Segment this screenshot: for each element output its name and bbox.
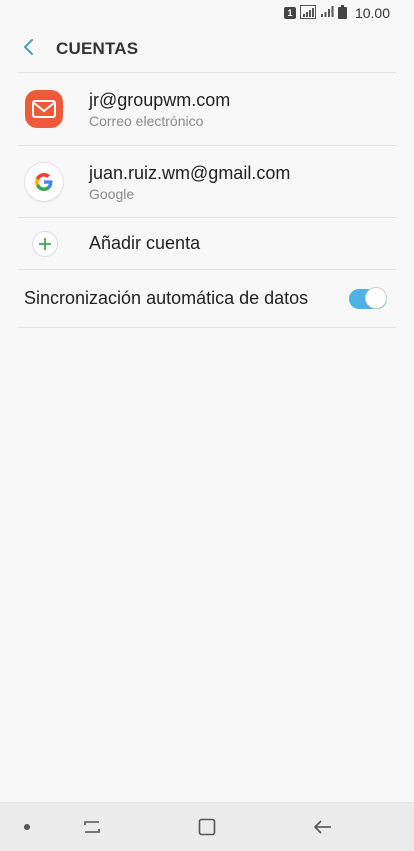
recent-apps-icon[interactable] <box>72 803 112 851</box>
signal-icon <box>320 5 334 21</box>
account-text: juan.ruiz.wm@gmail.com Google <box>89 162 290 203</box>
back-button[interactable] <box>0 26 56 72</box>
auto-sync-row[interactable]: Sincronización automática de datos <box>0 270 414 327</box>
toggle-knob <box>365 287 387 309</box>
dot-icon[interactable] <box>14 803 40 851</box>
home-icon[interactable] <box>187 803 227 851</box>
header: CUENTAS <box>0 26 414 72</box>
auto-sync-label: Sincronización automática de datos <box>24 288 309 308</box>
status-bar: 1 10.00 <box>0 0 414 26</box>
divider <box>18 327 396 328</box>
chevron-left-icon <box>22 38 34 61</box>
add-account-row[interactable]: Añadir cuenta <box>0 218 414 269</box>
plus-icon <box>32 231 58 257</box>
battery-icon <box>337 4 347 22</box>
account-row-email[interactable]: jr@groupwm.com Correo electrónico <box>0 73 414 145</box>
account-title: juan.ruiz.wm@gmail.com <box>89 163 291 183</box>
sim-badge: 1 <box>283 7 296 19</box>
account-row-google[interactable]: juan.ruiz.wm@gmail.com Google <box>0 146 414 217</box>
page-title: CUENTAS <box>56 39 139 58</box>
email-icon <box>25 90 63 128</box>
status-time: 10.00 <box>354 5 390 21</box>
signal-wifi-icon <box>299 4 316 22</box>
back-icon[interactable] <box>303 803 343 851</box>
google-icon <box>25 163 63 201</box>
account-subtitle: Google <box>89 186 135 202</box>
navigation-bar <box>0 802 414 851</box>
account-text: jr@groupwm.com Correo electrónico <box>89 89 230 130</box>
auto-sync-toggle[interactable] <box>349 287 387 309</box>
add-account-label: Añadir cuenta <box>89 233 201 253</box>
account-title: jr@groupwm.com <box>89 90 231 110</box>
account-subtitle: Correo electrónico <box>89 113 204 129</box>
